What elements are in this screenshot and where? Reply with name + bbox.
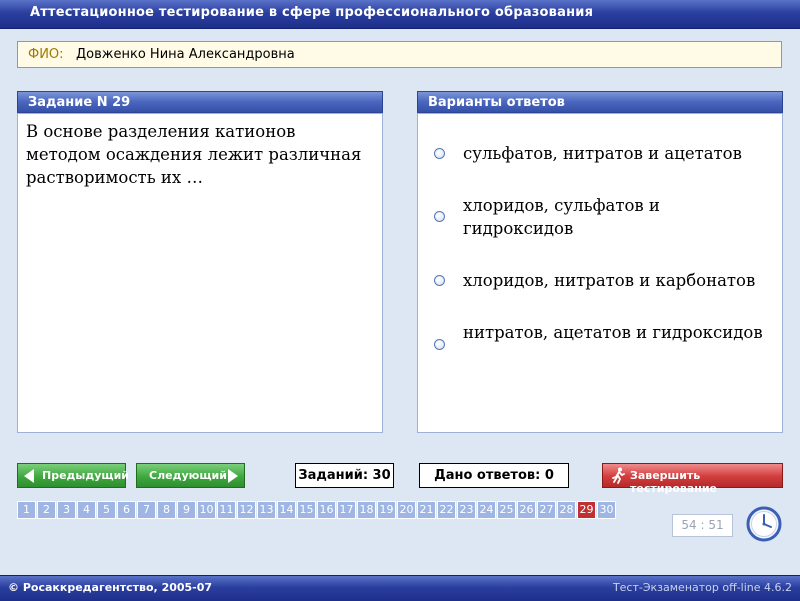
question-header: Задание N 29 <box>17 91 383 113</box>
page-button-3[interactable]: 3 <box>57 501 76 519</box>
page-button-21[interactable]: 21 <box>417 501 436 519</box>
answered-counter: Дано ответов: 0 <box>419 463 569 488</box>
page-button-1[interactable]: 1 <box>17 501 36 519</box>
page-button-5[interactable]: 5 <box>97 501 116 519</box>
timer-display: 54 : 51 <box>672 514 733 537</box>
page-button-28[interactable]: 28 <box>557 501 576 519</box>
running-man-icon <box>612 467 625 484</box>
page-button-7[interactable]: 7 <box>137 501 156 519</box>
arrow-right-icon <box>228 469 238 483</box>
page-button-25[interactable]: 25 <box>497 501 516 519</box>
page-button-8[interactable]: 8 <box>157 501 176 519</box>
page-button-19[interactable]: 19 <box>377 501 396 519</box>
radio-button[interactable] <box>434 275 445 286</box>
answer-text[interactable]: сульфатов, нитратов и ацетатов <box>463 142 773 165</box>
question-text: В основе разделения катионов методом оса… <box>26 122 362 187</box>
page-button-12[interactable]: 12 <box>237 501 256 519</box>
page-button-24[interactable]: 24 <box>477 501 496 519</box>
answers-header: Варианты ответов <box>417 91 783 113</box>
footer-bar: © Росаккредагентство, 2005-07 Тест-Экзам… <box>0 575 800 601</box>
radio-button[interactable] <box>434 211 445 222</box>
page-button-11[interactable]: 11 <box>217 501 236 519</box>
page-button-20[interactable]: 20 <box>397 501 416 519</box>
window-title: Аттестационное тестирование в сфере проф… <box>30 5 594 20</box>
arrow-left-icon <box>24 469 34 483</box>
title-bar: Аттестационное тестирование в сфере проф… <box>0 0 800 29</box>
answers-panel: сульфатов, нитратов и ацетатов хлоридов,… <box>417 113 783 433</box>
next-button[interactable]: Следующий <box>136 463 245 488</box>
answer-text[interactable]: нитратов, ацетатов и гидроксидов <box>463 321 773 344</box>
previous-button[interactable]: Предыдущий <box>17 463 130 488</box>
page-button-23[interactable]: 23 <box>457 501 476 519</box>
page-button-17[interactable]: 17 <box>337 501 356 519</box>
page-button-30[interactable]: 30 <box>597 501 616 519</box>
previous-button-label: Предыдущий <box>42 469 130 482</box>
student-info: ФИО: Довженко Нина Александровна <box>17 41 782 68</box>
page-button-13[interactable]: 13 <box>257 501 276 519</box>
page-button-26[interactable]: 26 <box>517 501 536 519</box>
page-button-29[interactable]: 29 <box>577 501 596 519</box>
page-button-15[interactable]: 15 <box>297 501 316 519</box>
page-button-27[interactable]: 27 <box>537 501 556 519</box>
page-button-2[interactable]: 2 <box>37 501 56 519</box>
page-button-14[interactable]: 14 <box>277 501 296 519</box>
student-name: Довженко Нина Александровна <box>76 47 295 62</box>
page-button-18[interactable]: 18 <box>357 501 376 519</box>
question-panel: В основе разделения катионов методом оса… <box>17 113 383 433</box>
version-text: Тест-Экзаменатор off-line 4.6.2 <box>612 581 792 594</box>
answer-text[interactable]: хлоридов, сульфатов и гидроксидов <box>463 194 773 240</box>
page-button-10[interactable]: 10 <box>197 501 216 519</box>
page-button-4[interactable]: 4 <box>77 501 96 519</box>
page-button-16[interactable]: 16 <box>317 501 336 519</box>
finish-test-label: Завершить тестирование <box>630 469 718 495</box>
finish-test-button[interactable]: Завершить тестирование <box>602 463 783 495</box>
tasks-counter: Заданий: 30 <box>295 463 394 488</box>
answer-text[interactable]: хлоридов, нитратов и карбонатов <box>463 269 773 292</box>
page-button-9[interactable]: 9 <box>177 501 196 519</box>
page-button-22[interactable]: 22 <box>437 501 456 519</box>
next-button-label: Следующий <box>149 469 227 482</box>
radio-button[interactable] <box>434 339 445 350</box>
radio-button[interactable] <box>434 148 445 159</box>
copyright-text: © Росаккредагентство, 2005-07 <box>8 581 213 594</box>
clock-icon <box>746 506 782 542</box>
page-button-6[interactable]: 6 <box>117 501 136 519</box>
student-label: ФИО: <box>28 47 64 62</box>
